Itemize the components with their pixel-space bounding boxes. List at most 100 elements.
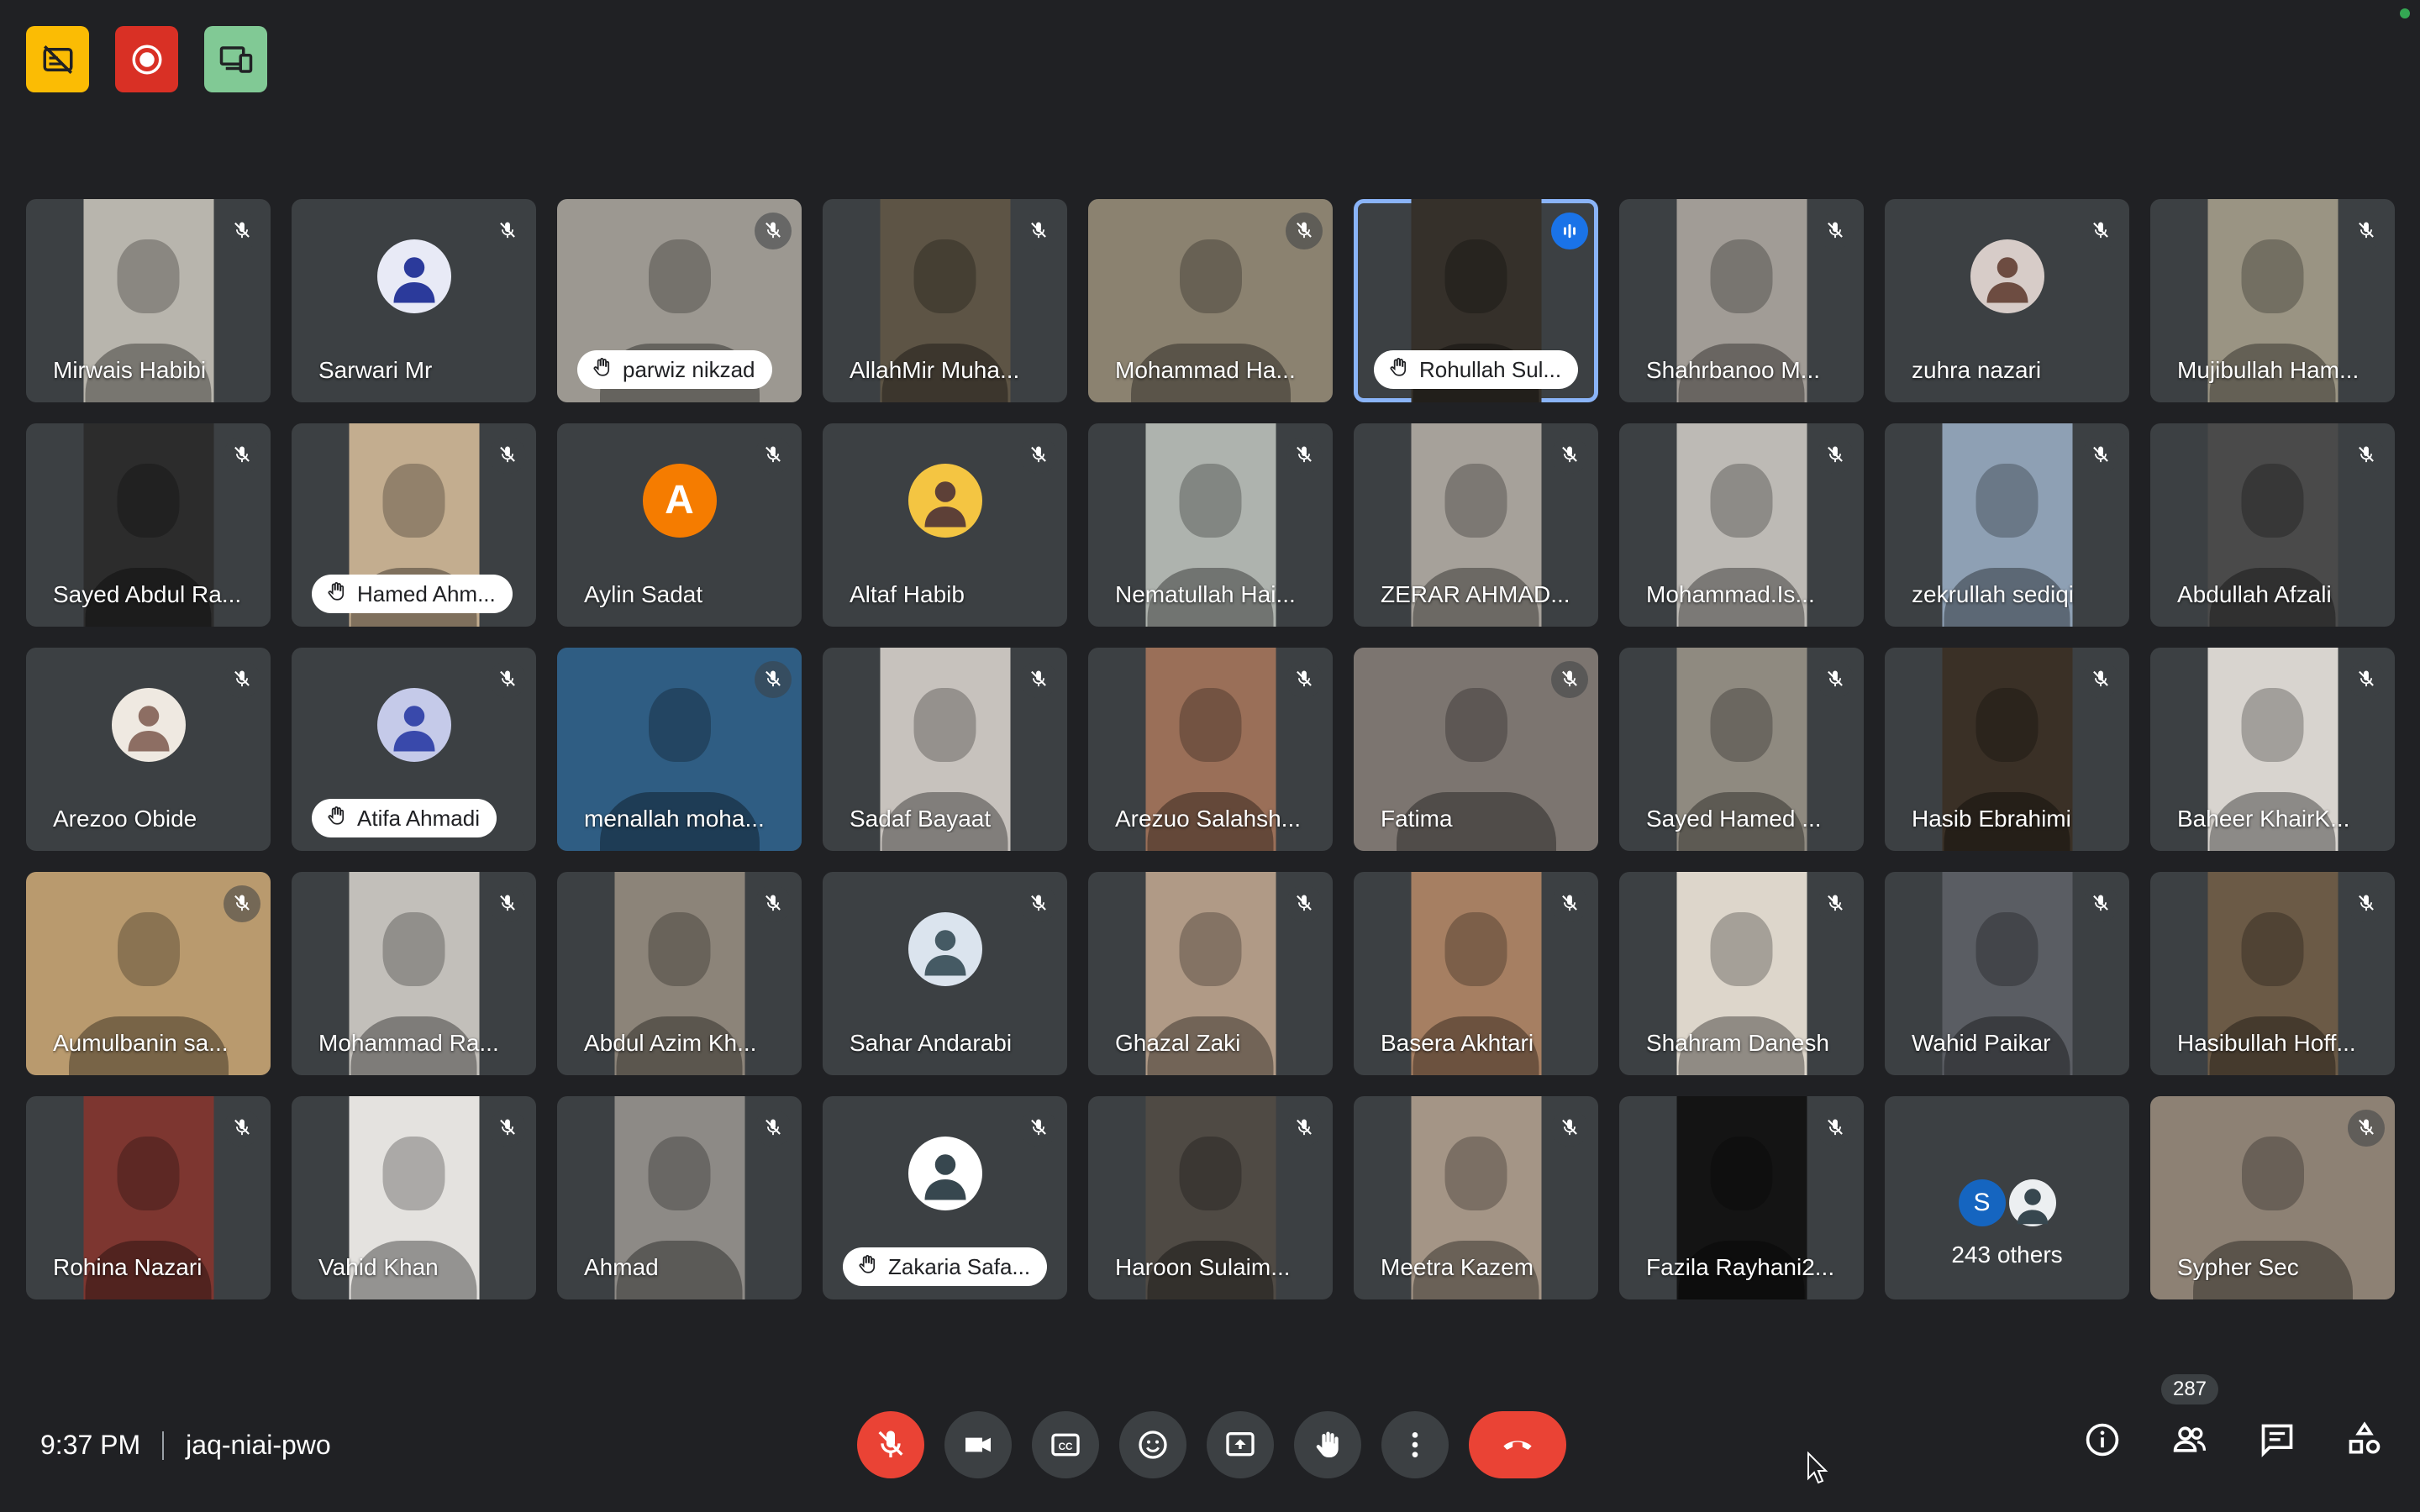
- participant-tile[interactable]: Fazila Rayhani2...: [1619, 1096, 1864, 1299]
- leave-call-button[interactable]: [1469, 1411, 1566, 1478]
- participant-tile[interactable]: Aumulbanin sa...: [26, 872, 271, 1075]
- participant-tile[interactable]: Rohullah Sul...: [1354, 199, 1598, 402]
- mic-muted-icon: [1020, 885, 1057, 922]
- participant-name: Aumulbanin sa...: [53, 1030, 229, 1056]
- participant-avatar: [908, 1136, 982, 1210]
- participant-tile[interactable]: Vahid Khan: [292, 1096, 536, 1299]
- participant-tile[interactable]: Baheer KhairK...: [2150, 648, 2395, 851]
- emoji-button[interactable]: [1119, 1411, 1186, 1478]
- participant-name: Zakaria Safa...: [888, 1253, 1031, 1279]
- participant-name: zuhra nazari: [1912, 357, 2042, 383]
- raised-hand-icon: [591, 356, 613, 384]
- video-head-shape: [1975, 911, 2039, 986]
- people-button[interactable]: 287: [2160, 1374, 2219, 1462]
- mic-muted-icon: [2082, 213, 2119, 249]
- participant-tile[interactable]: Sayed Abdul Ra...: [26, 423, 271, 627]
- participant-tile[interactable]: Mujibullah Ham...: [2150, 199, 2395, 402]
- participant-tile[interactable]: Sypher Sec: [2150, 1096, 2395, 1299]
- participant-name: Sadaf Bayaat: [850, 806, 992, 832]
- participant-tile[interactable]: zekrullah sediqi: [1885, 423, 2129, 627]
- captions-button[interactable]: CC: [1032, 1411, 1099, 1478]
- status-dot: [2400, 8, 2410, 18]
- avatar-initial: A: [665, 478, 694, 523]
- participant-tile[interactable]: Nematullah Hai...: [1088, 423, 1333, 627]
- participant-tile[interactable]: Shahrbanoo M...: [1619, 199, 1864, 402]
- participant-tile[interactable]: ZERAR AHMAD...: [1354, 423, 1598, 627]
- participant-name: Baheer KhairK...: [2177, 806, 2350, 832]
- video-head-shape: [1444, 1136, 1507, 1210]
- participant-tile[interactable]: Sarwari Mr: [292, 199, 536, 402]
- more-options-button[interactable]: [1381, 1411, 1449, 1478]
- participant-tile[interactable]: Altaf Habib: [823, 423, 1067, 627]
- recording-icon[interactable]: [115, 26, 178, 92]
- participant-tile[interactable]: Zakaria Safa...: [823, 1096, 1067, 1299]
- video-head-shape: [1710, 911, 1773, 986]
- participant-tile[interactable]: Haroon Sulaim...: [1088, 1096, 1333, 1299]
- participant-tile[interactable]: Fatima: [1354, 648, 1598, 851]
- raise-hand-button[interactable]: [1294, 1411, 1361, 1478]
- participant-tile[interactable]: Ghazal Zaki: [1088, 872, 1333, 1075]
- participant-tile[interactable]: menallah moha...: [557, 648, 802, 851]
- participant-tile[interactable]: S 243 others: [1885, 1096, 2129, 1299]
- mic-muted-icon: [1817, 437, 1854, 474]
- participant-name: Meetra Kazem: [1381, 1254, 1534, 1280]
- video-head-shape: [1179, 911, 1242, 986]
- activities-button[interactable]: [2343, 1418, 2386, 1462]
- participant-tile[interactable]: AllahMir Muha...: [823, 199, 1067, 402]
- video-head-shape: [2241, 687, 2304, 762]
- participant-name: Abdullah Afzali: [2177, 581, 2332, 607]
- companion-mode-icon[interactable]: [204, 26, 267, 92]
- participant-tile[interactable]: Mirwais Habibi: [26, 199, 271, 402]
- participant-tile[interactable]: Hasibullah Hoff...: [2150, 872, 2395, 1075]
- participant-tile[interactable]: Atifa Ahmadi: [292, 648, 536, 851]
- participant-tile[interactable]: Mohammad Ra...: [292, 872, 536, 1075]
- participant-tile[interactable]: Arezoo Obide: [26, 648, 271, 851]
- participant-tile[interactable]: Sadaf Bayaat: [823, 648, 1067, 851]
- participant-tile[interactable]: Sahar Andarabi: [823, 872, 1067, 1075]
- captions-off-icon[interactable]: [26, 26, 89, 92]
- participant-avatar: [376, 687, 451, 762]
- video-head-shape: [382, 463, 445, 538]
- hangup-icon: [1501, 1428, 1534, 1462]
- participant-tile[interactable]: Hamed Ahm...: [292, 423, 536, 627]
- mic-muted-icon: [1551, 1110, 1588, 1147]
- participant-tile[interactable]: A Aylin Sadat: [557, 423, 802, 627]
- mic-muted-icon: [489, 437, 526, 474]
- mic-muted-icon: [1551, 885, 1588, 922]
- chat-button[interactable]: [2255, 1418, 2299, 1462]
- participant-tile[interactable]: Rohina Nazari: [26, 1096, 271, 1299]
- info-button[interactable]: [2081, 1418, 2124, 1462]
- participant-tile[interactable]: Abdul Azim Kh...: [557, 872, 802, 1075]
- mic-muted-icon: [1817, 661, 1854, 698]
- participant-tile[interactable]: Abdullah Afzali: [2150, 423, 2395, 627]
- mic-muted-icon: [2348, 1110, 2385, 1147]
- mic-muted-icon: [755, 885, 792, 922]
- participant-tile[interactable]: zuhra nazari: [1885, 199, 2129, 402]
- others-avatars: S: [1958, 1179, 2056, 1226]
- participant-name: Rohina Nazari: [53, 1254, 203, 1280]
- participant-tile[interactable]: Meetra Kazem: [1354, 1096, 1598, 1299]
- participant-tile[interactable]: Mohammad.Is...: [1619, 423, 1864, 627]
- participant-name: Hasib Ebrahimi: [1912, 806, 2071, 832]
- participant-tile[interactable]: Sayed Hamed ...: [1619, 648, 1864, 851]
- mic-muted-icon: [1817, 1110, 1854, 1147]
- mic-muted-icon: [2348, 661, 2385, 698]
- video-head-shape: [648, 239, 711, 313]
- participant-tile[interactable]: Hasib Ebrahimi: [1885, 648, 2129, 851]
- participant-tile[interactable]: Arezuo Salahsh...: [1088, 648, 1333, 851]
- mic-off-button[interactable]: [857, 1411, 924, 1478]
- mic-muted-icon: [2082, 661, 2119, 698]
- participant-tile[interactable]: Basera Akhtari: [1354, 872, 1598, 1075]
- camera-button[interactable]: [944, 1411, 1012, 1478]
- participant-tile[interactable]: Shahram Danesh: [1619, 872, 1864, 1075]
- participant-tile[interactable]: Ahmad: [557, 1096, 802, 1299]
- participant-name: Arezoo Obide: [53, 806, 197, 832]
- participant-tile[interactable]: Mohammad Ha...: [1088, 199, 1333, 402]
- participant-tile[interactable]: parwiz nikzad: [557, 199, 802, 402]
- meeting-code[interactable]: jaq-niai-pwo: [186, 1430, 331, 1461]
- participant-name: Vahid Khan: [318, 1254, 439, 1280]
- participant-avatar: [908, 463, 982, 538]
- present-button[interactable]: [1207, 1411, 1274, 1478]
- participant-tile[interactable]: Wahid Paikar: [1885, 872, 2129, 1075]
- participant-name: Shahram Danesh: [1646, 1030, 1829, 1056]
